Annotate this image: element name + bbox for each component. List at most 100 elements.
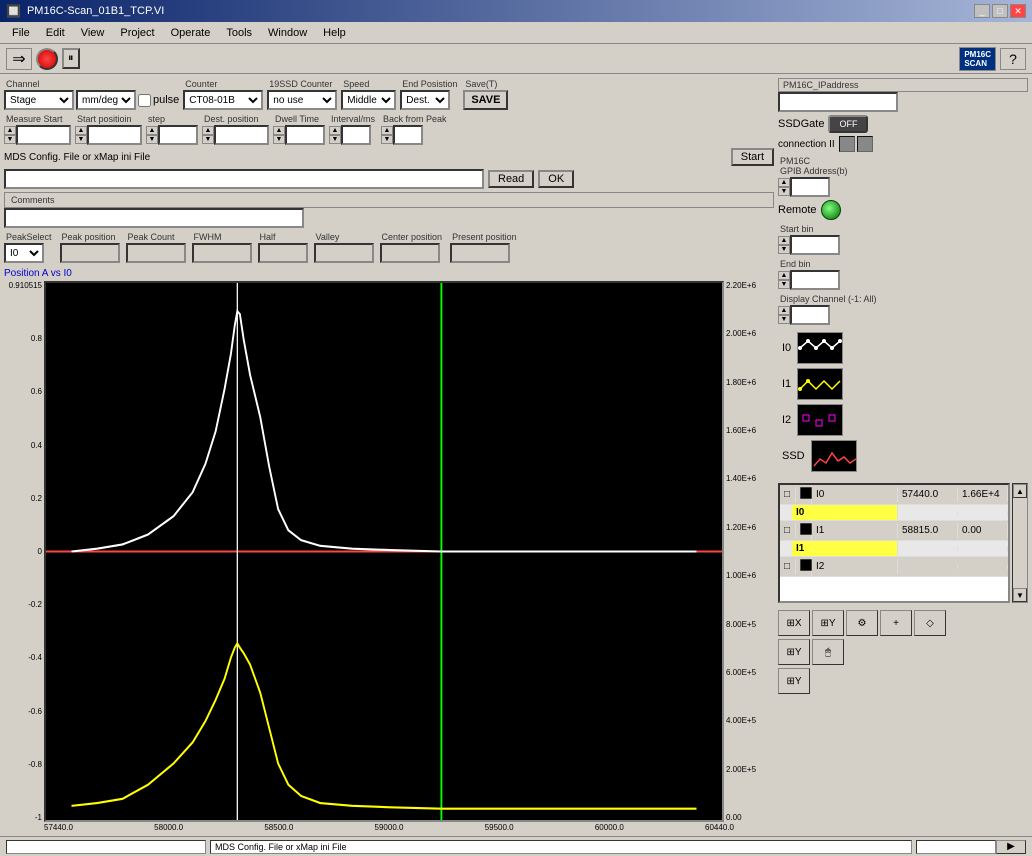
- data-table-scrollbar[interactable]: ▲ ▼: [1012, 483, 1028, 603]
- dest-select[interactable]: Dest.: [400, 90, 450, 110]
- interval-down[interactable]: ▼: [329, 135, 341, 144]
- display-ch-up[interactable]: ▲: [778, 306, 790, 315]
- cursor-button[interactable]: 🖱: [812, 639, 844, 665]
- zoom-x-button[interactable]: ⊞X: [778, 610, 810, 636]
- end-bin-down[interactable]: ▼: [778, 280, 790, 289]
- channel-select[interactable]: Stage: [4, 90, 74, 110]
- scroll-right-button[interactable]: ▶: [996, 840, 1026, 854]
- dest-position-label: Dest. position: [202, 113, 269, 125]
- save-button[interactable]: SAVE: [463, 90, 508, 110]
- display-channel-input[interactable]: -1: [790, 305, 830, 325]
- pm16c-ip-input[interactable]: 192.168.3.55: [778, 92, 898, 112]
- zoom-xy-button[interactable]: ⊞Y: [778, 639, 810, 665]
- counter19ssd-select[interactable]: no use: [267, 90, 337, 110]
- start-position-input[interactable]: 57440: [87, 125, 142, 145]
- speed-label: Speed: [341, 78, 396, 90]
- step-input[interactable]: 25: [158, 125, 198, 145]
- step-up[interactable]: ▲: [146, 126, 158, 135]
- peak-select[interactable]: I0: [4, 243, 44, 263]
- pm16c-gpib-label: PM16C GPIB Address(b): [778, 155, 1028, 177]
- run-arrow-button[interactable]: ⇒: [6, 48, 32, 70]
- stop-button[interactable]: [36, 48, 58, 70]
- minimize-button[interactable]: _: [974, 4, 990, 18]
- menu-tools[interactable]: Tools: [218, 25, 260, 41]
- display-channel-label: Display Channel (-1: All): [778, 293, 1028, 305]
- close-button[interactable]: ✕: [1010, 4, 1026, 18]
- pulse-checkbox[interactable]: [138, 94, 151, 107]
- peak-position-label: Peak position: [60, 231, 120, 243]
- mds-file-input[interactable]: %C:¥usr¥BL01_Data¥xMap_ini¥xManager_1_2_…: [4, 169, 484, 189]
- display-ch-down[interactable]: ▼: [778, 315, 790, 324]
- dwell-time-input[interactable]: 0.10: [285, 125, 325, 145]
- back-up[interactable]: ▲: [381, 126, 393, 135]
- back-peak-input[interactable]: 5: [393, 125, 423, 145]
- dwell-down[interactable]: ▼: [273, 135, 285, 144]
- interval-input[interactable]: 0: [341, 125, 371, 145]
- start-bin-down[interactable]: ▼: [778, 245, 790, 254]
- valley-label: Valley: [314, 231, 374, 243]
- measure-start-down[interactable]: ▼: [4, 135, 16, 144]
- menu-operate[interactable]: Operate: [163, 25, 219, 41]
- gpib-up[interactable]: ▲: [778, 178, 790, 187]
- dest-position-input[interactable]: 60440: [214, 125, 269, 145]
- channel-i0-label: I0: [782, 342, 791, 354]
- unit-select[interactable]: mm/deg: [76, 90, 136, 110]
- start-button[interactable]: Start: [731, 148, 774, 166]
- speed-select[interactable]: Middle: [341, 90, 396, 110]
- start-bin-up[interactable]: ▲: [778, 236, 790, 245]
- menu-window[interactable]: Window: [260, 25, 315, 41]
- graph-toolbar-2: ⊞Y 🖱: [778, 639, 1028, 665]
- zoom-all-button[interactable]: ⊞Y: [778, 668, 810, 694]
- dest-pos-up[interactable]: ▲: [202, 126, 214, 135]
- channel-i1-label: I1: [782, 378, 791, 390]
- half-label: Half: [258, 231, 308, 243]
- end-bin-input[interactable]: 1015: [790, 270, 840, 290]
- read-button[interactable]: Read: [488, 170, 534, 188]
- ok-button[interactable]: OK: [538, 170, 574, 188]
- pause-button[interactable]: ⏸: [62, 48, 80, 69]
- menu-edit[interactable]: Edit: [38, 25, 73, 41]
- measure-start-input[interactable]: 56440: [16, 125, 71, 145]
- step-down[interactable]: ▼: [146, 135, 158, 144]
- menu-help[interactable]: Help: [315, 25, 354, 41]
- settings-button[interactable]: ⚙: [846, 610, 878, 636]
- channel-ssd-thumb[interactable]: [811, 440, 857, 472]
- gpib-input[interactable]: 14: [790, 177, 830, 197]
- start-pos-down[interactable]: ▼: [75, 135, 87, 144]
- channel-ssd-label: SSD: [782, 450, 805, 462]
- present-pos-input: 58465: [450, 243, 510, 263]
- interval-up[interactable]: ▲: [329, 126, 341, 135]
- zoom-y-button[interactable]: ⊞Y: [812, 610, 844, 636]
- menu-project[interactable]: Project: [112, 25, 162, 41]
- gpib-down[interactable]: ▼: [778, 187, 790, 196]
- start-position-label: Start positioin: [75, 113, 142, 125]
- back-down[interactable]: ▼: [381, 135, 393, 144]
- menu-file[interactable]: File: [4, 25, 38, 41]
- end-bin-up[interactable]: ▲: [778, 271, 790, 280]
- pm16c-logo: PM16CSCAN: [959, 47, 996, 71]
- add-button[interactable]: +: [880, 610, 912, 636]
- measure-start-up[interactable]: ▲: [4, 126, 16, 135]
- comments-label: Comments: [4, 192, 774, 208]
- channel-i1-thumb[interactable]: [797, 368, 843, 400]
- comments-input[interactable]: Stage Scan: [4, 208, 304, 228]
- channel-i0-row: I0: [782, 332, 1024, 364]
- help-button[interactable]: ?: [1000, 48, 1026, 70]
- scroll-up-button[interactable]: ▲: [1013, 484, 1027, 498]
- scroll-down-button[interactable]: ▼: [1013, 588, 1027, 602]
- ssdgate-led[interactable]: OFF: [828, 115, 868, 133]
- maximize-button[interactable]: □: [992, 4, 1008, 18]
- y-axis-left: 0.910515 0.8 0.6 0.4 0.2 0 -0.2 -0.4 -0.…: [4, 281, 44, 822]
- start-bin-input[interactable]: 916: [790, 235, 840, 255]
- channel-i2-thumb[interactable]: [797, 404, 843, 436]
- channel-i2-label: I2: [782, 414, 791, 426]
- start-bin-label: Start bin: [778, 223, 1028, 235]
- start-pos-up[interactable]: ▲: [75, 126, 87, 135]
- diamond-button[interactable]: ◇: [914, 610, 946, 636]
- dest-pos-down[interactable]: ▼: [202, 135, 214, 144]
- dwell-up[interactable]: ▲: [273, 126, 285, 135]
- channel-i0-thumb[interactable]: [797, 332, 843, 364]
- counter-select[interactable]: CT08-01B: [183, 90, 263, 110]
- ssdgate-label: SSDGate: [778, 118, 824, 130]
- menu-view[interactable]: View: [73, 25, 113, 41]
